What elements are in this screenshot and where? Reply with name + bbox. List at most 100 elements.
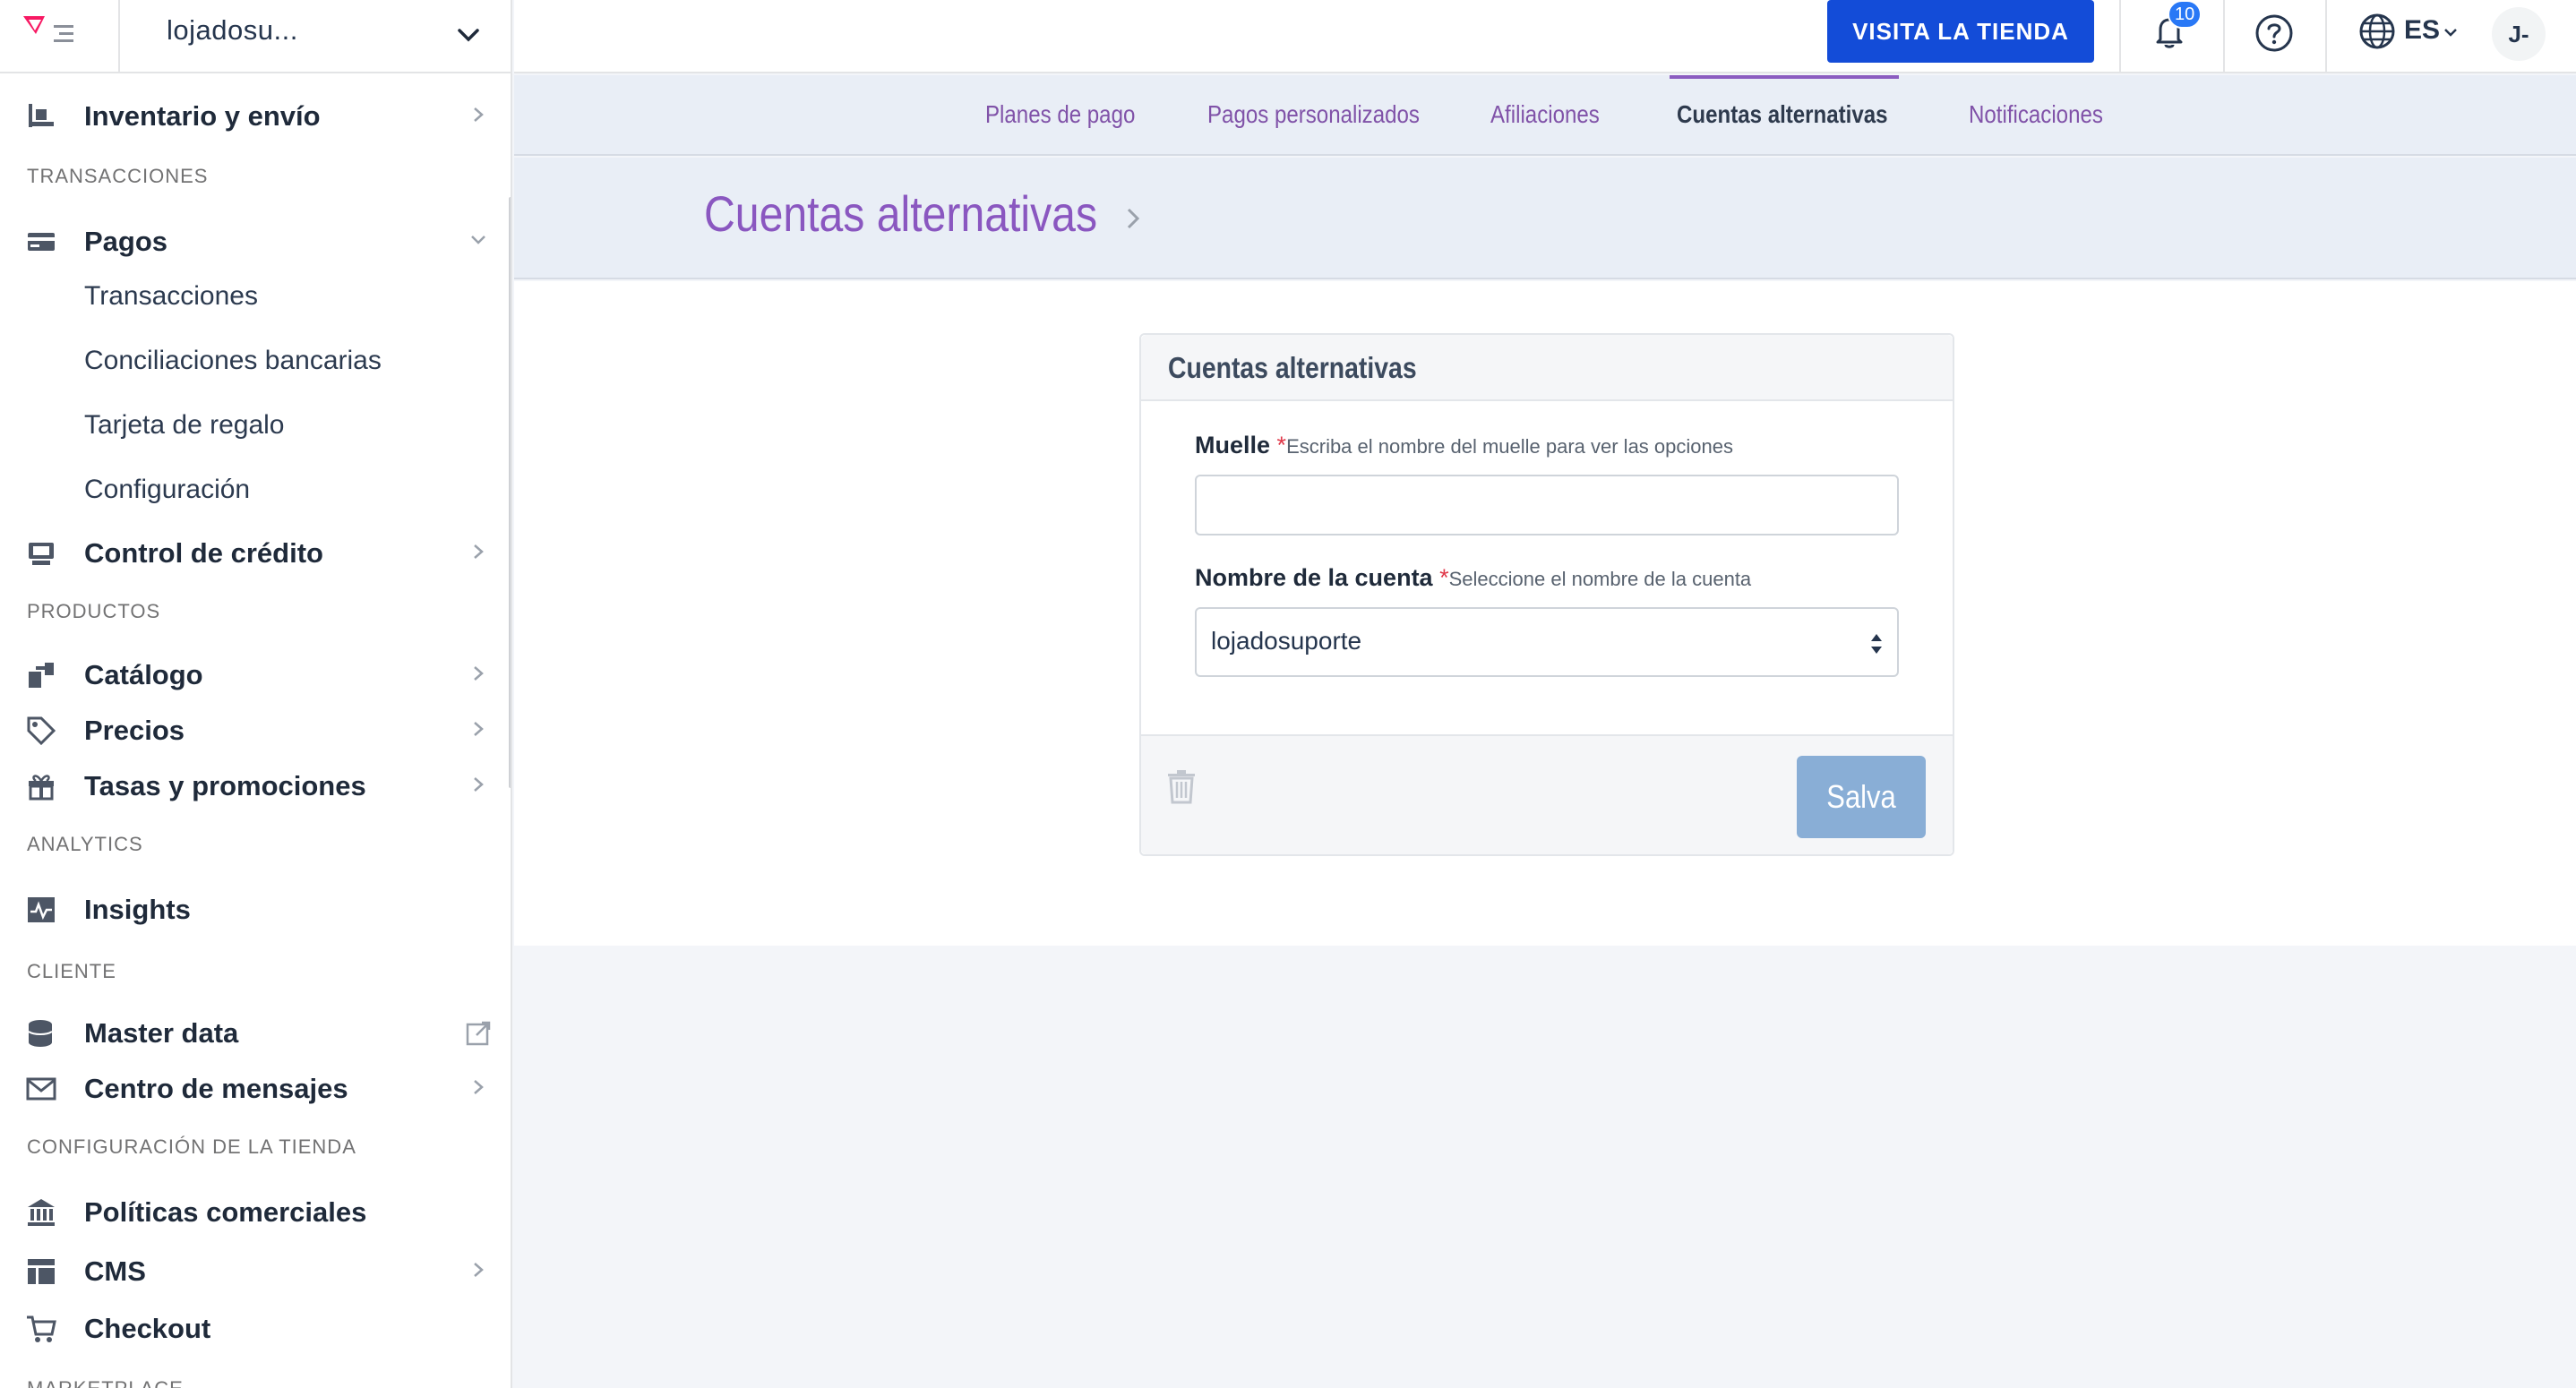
tab-notificaciones[interactable]: Notificaciones [1969,100,2103,129]
chevron-right-icon [474,1263,484,1277]
store-selector-label[interactable]: lojadosu... [167,14,298,47]
sidebar-subitem-tarjeta[interactable]: Tarjeta de regalo [84,410,284,441]
sidebar-item-pagos[interactable]: Pagos [0,215,502,265]
price-tag-icon [27,716,56,746]
sidebar-scrollbar[interactable] [509,197,511,788]
muelle-label-text: Muelle [1195,432,1271,458]
layout-icon [28,1259,55,1284]
sidebar-header: lojadosu... [0,0,511,73]
header-divider [118,0,120,73]
page-header: Cuentas alternativas [514,158,2576,279]
muelle-input[interactable] [1195,475,1899,535]
chevron-right-icon [474,544,484,559]
sidebar-item-label: Master data [84,1017,239,1049]
language-selector[interactable]: ES [2404,15,2440,46]
sidebar-item-label: Checkout [84,1313,211,1344]
chevron-right-icon [474,722,484,736]
chevron-down-icon [471,236,485,244]
sidebar-item-checkout[interactable]: Checkout [0,1302,502,1352]
insights-icon [28,897,55,922]
vtex-logo-icon[interactable] [21,13,81,48]
credit-card-icon [28,233,55,251]
chevron-down-icon[interactable] [2442,23,2460,41]
account-name-value: lojadosuporte [1211,627,1362,655]
topbar-divider [2223,0,2225,73]
account-name-select[interactable]: lojadosuporte [1195,607,1899,677]
shopping-cart-icon [27,1315,56,1342]
select-arrows-icon [1871,634,1882,654]
sidebar-item-politicas[interactable]: Políticas comerciales [0,1186,502,1236]
credit-control-icon [29,543,54,565]
tab-bar: Planes de pago Pagos personalizados Afil… [514,75,2576,156]
cuenta-label: Nombre de la cuenta *Seleccione el nombr… [1195,564,1751,592]
cuenta-label-text: Nombre de la cuenta [1195,564,1433,591]
section-title-productos: PRODUCTOS [27,600,161,622]
cuenta-hint: Seleccione el nombre de la cuenta [1448,568,1752,590]
sidebar-item-label: Pagos [84,226,168,257]
gift-icon [29,775,54,801]
muelle-label: Muelle *Escriba el nombre del muelle par… [1195,432,1733,459]
chevron-right-icon [474,666,484,681]
chevron-right-icon [474,777,484,792]
required-mark: * [1276,432,1287,458]
card-title: Cuentas alternativas [1168,351,1417,384]
active-tab-indicator [1670,75,1899,79]
sidebar-item-label: Políticas comerciales [84,1196,367,1228]
bank-icon [28,1199,55,1226]
sidebar-item-label: Inventario y envío [84,100,321,132]
trash-icon[interactable] [1166,768,1197,804]
tab-cuentas-alternativas[interactable]: Cuentas alternativas [1677,100,1888,129]
chevron-right-icon [474,1080,484,1094]
avatar[interactable]: J- [2492,7,2546,61]
topbar-divider [2119,0,2121,73]
sidebar-item-label: Centro de mensajes [84,1073,348,1104]
sidebar-subitem-configuracion[interactable]: Configuración [84,475,250,505]
chevron-down-icon[interactable] [453,20,484,50]
sidebar-item-master-data[interactable]: Master data [0,1007,502,1057]
sidebar-item-label: CMS [84,1255,146,1287]
chevron-right-icon [1127,208,1140,229]
card-header: Cuentas alternativas [1141,335,1953,401]
notification-badge: 10 [2168,0,2202,29]
save-button[interactable]: Salva [1797,756,1926,838]
chevron-right-icon [474,107,484,122]
section-title-analytics: ANALYTICS [27,833,143,855]
required-mark: * [1439,564,1449,591]
card-footer: Salva [1141,734,1953,854]
topbar-divider [2325,0,2327,73]
section-title-transacciones: TRANSACCIONES [27,165,209,187]
sidebar-item-cms[interactable]: CMS [0,1245,502,1295]
inventory-icon [29,104,54,127]
sidebar-subitem-conciliaciones[interactable]: Conciliaciones bancarias [84,346,382,376]
top-bar: VISITA LA TIENDA 10 ES J- [514,0,2576,73]
sidebar-item-label: Insights [84,894,191,925]
tab-afiliaciones[interactable]: Afiliaciones [1490,100,1600,129]
external-link-icon [466,1021,491,1046]
sidebar-item-catalogo[interactable]: Catálogo [0,648,502,698]
visit-store-button[interactable]: VISITA LA TIENDA [1827,0,2094,63]
page-title: Cuentas alternativas [704,185,1098,242]
section-title-cliente: CLIENTE [27,960,116,982]
tab-planes-de-pago[interactable]: Planes de pago [985,100,1135,129]
sidebar-item-inventario[interactable]: Inventario y envío [0,90,502,140]
tab-pagos-personalizados[interactable]: Pagos personalizados [1207,100,1420,129]
sidebar-item-centro-mensajes[interactable]: Centro de mensajes [0,1062,502,1112]
sidebar-item-label: Precios [84,715,185,746]
sidebar-item-tasas[interactable]: Tasas y promociones [0,759,502,810]
mail-icon [26,1077,56,1101]
sidebar-item-precios[interactable]: Precios [0,704,502,754]
catalog-icon [29,663,54,688]
sidebar-item-label: Catálogo [84,659,203,690]
sidebar-item-label: Tasas y promociones [84,770,366,801]
alternative-accounts-form: Cuentas alternativas Muelle *Escriba el … [1139,333,1954,856]
sidebar: lojadosu... Inventario y envío TRANSACCI… [0,0,512,1388]
globe-icon[interactable] [2357,12,2397,51]
save-button-label: Salva [1826,778,1896,815]
sidebar-item-control-credito[interactable]: Control de crédito [0,527,502,577]
sidebar-item-label: Control de crédito [84,537,323,569]
sidebar-item-insights[interactable]: Insights [0,883,502,933]
section-title-marketplace: MARKETPLACE [27,1377,184,1388]
sidebar-subitem-transacciones[interactable]: Transacciones [84,281,258,312]
help-icon[interactable] [2254,13,2295,54]
muelle-hint: Escriba el nombre del muelle para ver la… [1286,435,1733,458]
